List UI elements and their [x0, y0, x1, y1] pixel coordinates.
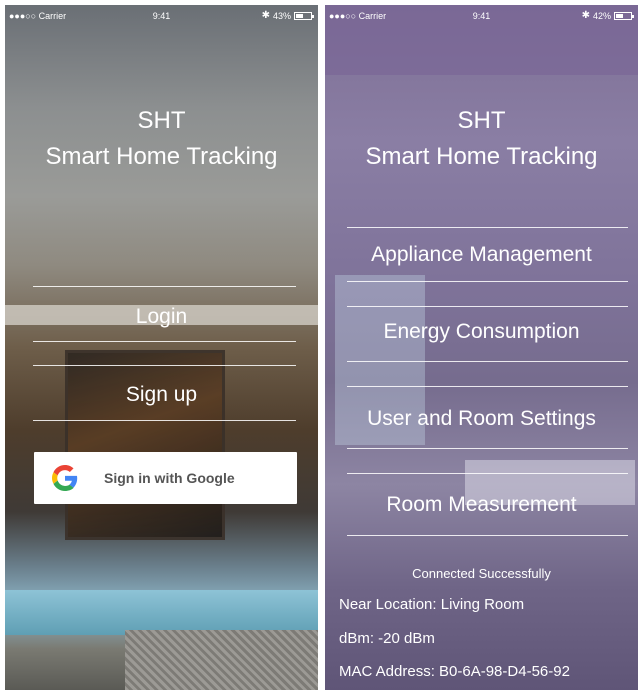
battery-icon: [614, 11, 634, 20]
divider: [347, 306, 628, 307]
divider: [347, 227, 628, 228]
divider: [347, 361, 628, 362]
battery-percent: 43%: [272, 10, 291, 21]
battery-percent: 42%: [592, 10, 611, 21]
divider: [33, 420, 296, 421]
title-full: Smart Home Tracking: [365, 143, 598, 170]
divider: [347, 448, 628, 449]
room-measurement-button[interactable]: Room Measurement: [325, 493, 638, 517]
appliance-management-button[interactable]: Appliance Management: [325, 243, 638, 267]
divider: [33, 341, 296, 342]
divider: [347, 386, 628, 387]
title-abbrev: SHT: [137, 107, 186, 134]
mac-address: MAC Address: B0-6A-98-D4-56-92: [339, 663, 570, 680]
app-title: SHT Smart Home Tracking: [325, 103, 638, 175]
bluetooth-icon: ✱: [261, 10, 270, 21]
home-menu-screen: ●●●○○ Carrier 9:41 ✱ 42% SHT Smart Home …: [325, 5, 638, 690]
connection-status: Connected Successfully: [412, 566, 551, 581]
energy-consumption-button[interactable]: Energy Consumption: [325, 320, 638, 344]
title-full: Smart Home Tracking: [45, 143, 278, 170]
near-location: Near Location: Living Room: [339, 596, 525, 613]
battery-icon: [294, 11, 314, 20]
divider: [347, 473, 628, 474]
google-g-icon: [50, 463, 80, 493]
login-screen: ●●●○○ Carrier 9:41 ✱ 43% SHT Smart Home …: [5, 5, 318, 690]
status-bar: ●●●○○ Carrier 9:41 ✱ 43%: [5, 5, 318, 25]
signup-button[interactable]: Sign up: [5, 383, 318, 407]
app-title: SHT Smart Home Tracking: [5, 103, 318, 175]
user-room-settings-button[interactable]: User and Room Settings: [325, 407, 638, 431]
google-signin-label: Sign in with Google: [104, 470, 235, 486]
divider: [33, 286, 296, 287]
divider: [347, 281, 628, 282]
google-signin-button[interactable]: Sign in with Google: [34, 452, 297, 504]
status-bar: ●●●○○ Carrier 9:41 ✱ 42%: [325, 5, 638, 25]
bluetooth-icon: ✱: [581, 10, 590, 21]
divider: [347, 535, 628, 536]
login-button[interactable]: Login: [5, 305, 318, 329]
title-abbrev: SHT: [457, 107, 506, 134]
signal-strength: dBm: -20 dBm: [339, 630, 435, 647]
divider: [33, 365, 296, 366]
